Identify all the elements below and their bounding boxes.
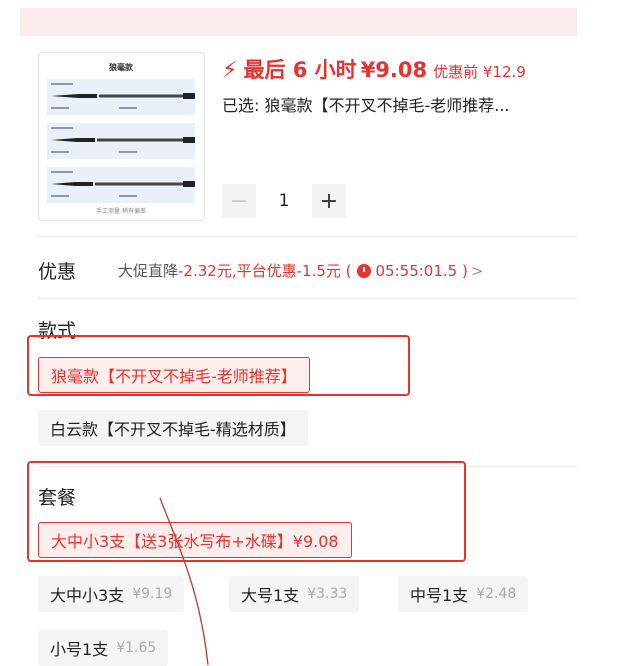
package-option-price: ¥2.48 (476, 586, 517, 602)
promo-countdown: 05:55:01.5 ) (375, 261, 468, 280)
package-option[interactable]: 中号1支 ¥2.48 (398, 576, 529, 612)
increase-button[interactable]: + (312, 184, 346, 218)
chevron-right-icon[interactable]: > (471, 262, 484, 280)
package-option-price: ¥1.65 (116, 640, 157, 656)
top-banner-strip (20, 8, 577, 36)
style-option-selected[interactable]: 狼毫款【不开叉不掉毛-老师推荐】 (38, 357, 310, 393)
quantity-value[interactable]: 1 (256, 191, 312, 211)
package-option-selected[interactable]: 大中小3支【送3张水写布+水碟】¥9.08 (38, 522, 352, 558)
promo-row[interactable]: 大促直降 -2.32元, 平台优惠 -1.5元 ( 05:55:01.5 ) > (118, 260, 483, 281)
promo-prefix: 大促直降 (118, 262, 179, 280)
product-thumbnail[interactable]: 狼毫款 手工测量 稍有偏差 (38, 52, 205, 221)
thumbnail-footer: 手工测量 稍有偏差 (96, 207, 146, 215)
lightning-icon: ⚡ (222, 58, 238, 83)
package-option-label: 大号1支 (241, 586, 300, 605)
selected-variant-text: 已选: 狼毫款【不开叉不掉毛-老师推荐... (222, 96, 510, 115)
package-option[interactable]: 大中小3支 ¥9.19 (38, 576, 185, 612)
package-option-label: 中号1支 (410, 586, 469, 605)
package-option-label: 小号1支 (50, 640, 109, 659)
flash-price-line: ⚡ 最后 6 小时 ¥9.08 优惠前 ¥12.9 (222, 54, 526, 84)
package-option[interactable]: 小号1支 ¥1.65 (38, 630, 169, 666)
quantity-stepper: − 1 + (222, 184, 346, 218)
thumbnail-title: 狼毫款 (109, 62, 134, 72)
promo-discount-1: -2.32元, (178, 262, 237, 280)
package-option-label: 大中小3支 (50, 586, 125, 605)
promo-discount-2: -1.5元 ( (296, 262, 352, 280)
alarm-clock-icon (356, 263, 371, 278)
decrease-button[interactable]: − (222, 184, 256, 218)
package-option[interactable]: 大号1支 ¥3.33 (229, 576, 360, 612)
original-price: 优惠前 ¥12.9 (433, 63, 526, 81)
current-price: ¥9.08 (360, 58, 428, 82)
brush-sizes-image: 狼毫款 手工测量 稍有偏差 (47, 62, 195, 215)
promo-label: 优惠 (38, 261, 77, 283)
promo-platform-prefix: 平台优惠 (236, 262, 297, 280)
divider (38, 236, 577, 237)
style-option[interactable]: 白云款【不开叉不掉毛-精选材质】 (38, 410, 308, 446)
flash-sale-label: 最后 6 小时 (243, 58, 357, 82)
package-option-price: ¥9.19 (132, 586, 173, 602)
divider (38, 298, 577, 299)
package-option-price: ¥3.33 (307, 586, 348, 602)
